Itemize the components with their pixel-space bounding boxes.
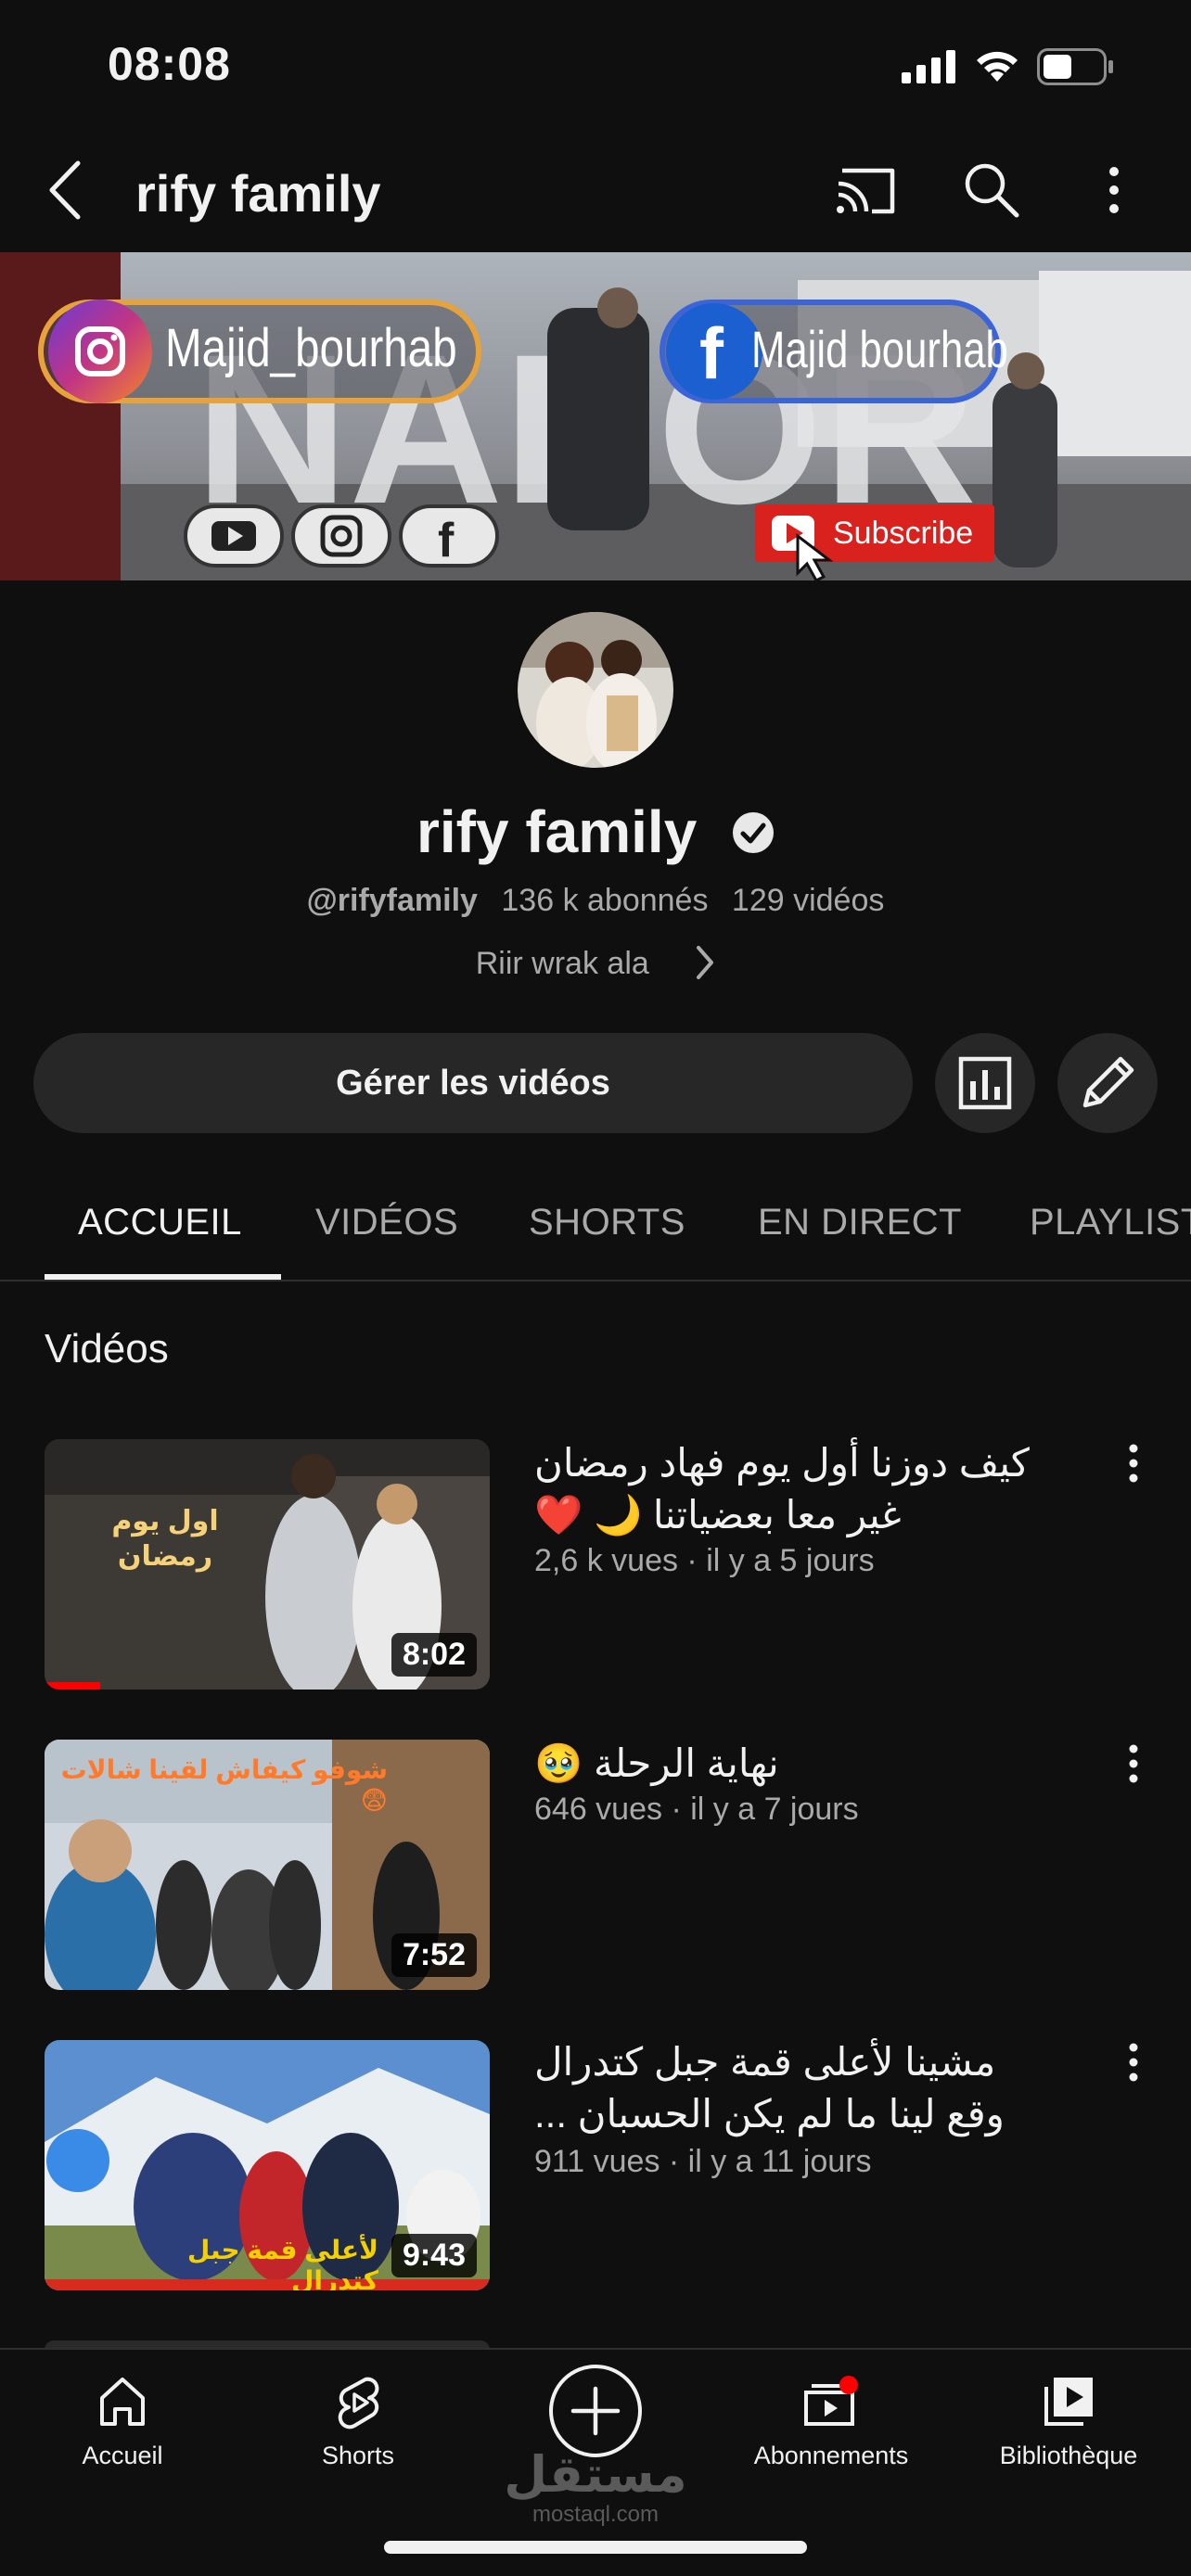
video-more-icon[interactable] [1122, 1437, 1145, 1493]
verified-badge-icon [733, 812, 775, 853]
channel-meta: @rifyfamily 136 k abonnés 129 vidéos [0, 883, 1191, 919]
facebook-name: Majid bourhab [751, 320, 1008, 378]
edit-channel-button[interactable] [1057, 1033, 1158, 1133]
status-time: 08:08 [108, 38, 231, 90]
tab-playlists[interactable]: PLAYLISTS [1030, 1202, 1191, 1243]
watermark-arabic: مستقل [504, 2447, 687, 2503]
thumbnail-text: شوفو كيفاش لقينا شالات 😨 [60, 1755, 388, 1815]
cursor-hand-icon [796, 532, 834, 580]
video-title[interactable]: نهاية الرحلة 🥹 [534, 1738, 1069, 1790]
video-duration: 9:43 [391, 2234, 477, 2277]
watermark-latin: mostaql.com [531, 2502, 660, 2527]
channel-banner: NADOR Majid_bourhab f Majid bourhab f Su… [0, 252, 1191, 580]
social-icons-row: f [184, 504, 499, 567]
tab-shorts[interactable]: SHORTS [529, 1202, 685, 1243]
channel-description-text: Riir wrak ala [475, 946, 649, 981]
channel-name-row: rify family [0, 797, 1191, 866]
cellular-signal-icon [902, 50, 955, 83]
video-title[interactable]: مشينا لأعلى قمة جبل كتدرال وقع لينا ما ل… [534, 2036, 1069, 2140]
nav-library-label: Bibliothèque [999, 2442, 1138, 2469]
video-duration: 7:52 [391, 1933, 477, 1977]
video-thumbnail[interactable]: اول يوم رمضان 8:02 [45, 1439, 490, 1690]
home-indicator [384, 2541, 807, 2554]
video-title-line: كيف دوزنا أول يوم فهاد رمضان [534, 1441, 1030, 1485]
nav-shorts[interactable]: Shorts [247, 2374, 469, 2470]
analytics-icon [958, 1056, 1012, 1110]
video-meta: 911 vues · il y a 11 jours [534, 2144, 872, 2179]
channel-description[interactable]: Riir wrak ala [0, 944, 1191, 982]
section-title: Vidéos [45, 1326, 169, 1371]
subscriber-count: 136 k abonnés [501, 883, 709, 918]
manage-videos-label: Gérer les vidéos [336, 1063, 610, 1103]
nav-subscriptions[interactable]: Abonnements [720, 2374, 942, 2470]
header-title: rify family [135, 164, 381, 223]
channel-name: rify family [416, 798, 698, 865]
video-title-line: نهاية الرحلة 🥹 [534, 1741, 779, 1785]
video-duration: 8:02 [391, 1633, 477, 1677]
battery-icon [1037, 48, 1113, 85]
video-more-icon[interactable] [1122, 1738, 1145, 1793]
watermark: مستقل mostaql.com [482, 2448, 709, 2528]
home-icon [100, 2378, 145, 2426]
channel-handle: @rifyfamily [306, 883, 478, 918]
analytics-button[interactable] [935, 1033, 1035, 1133]
tabs-divider [0, 1280, 1191, 1282]
back-button[interactable] [37, 158, 93, 223]
video-title[interactable]: كيف دوزنا أول يوم فهاد رمضان غير معا بعض… [534, 1437, 1069, 1541]
pencil-icon [1082, 1056, 1134, 1108]
tab-playlists-wrap: PLAYLISTS [1030, 1202, 1191, 1243]
tab-videos[interactable]: VIDÉOS [315, 1202, 458, 1243]
nav-subscriptions-label: Abonnements [753, 2442, 909, 2469]
tab-live[interactable]: EN DIRECT [758, 1202, 962, 1243]
video-thumbnail[interactable]: لأعلى قمة جبل كتدرال 9:43 [45, 2040, 490, 2290]
shorts-icon [338, 2377, 379, 2429]
search-icon[interactable] [961, 159, 1022, 221]
video-count: 129 vidéos [731, 883, 885, 918]
more-options-icon[interactable] [1100, 159, 1128, 221]
instagram-handle: Majid_bourhab [165, 318, 457, 378]
svg-text:f: f [699, 312, 724, 394]
channel-avatar[interactable] [518, 612, 673, 768]
cast-icon[interactable] [833, 163, 900, 219]
video-title-line: وقع لينا ما لم يكن الحسبان ... [534, 2092, 1005, 2136]
video-thumbnail[interactable]: شوفو كيفاش لقينا شالات 😨 7:52 [45, 1740, 490, 1990]
library-icon [1044, 2378, 1093, 2426]
nav-home-label: Accueil [82, 2442, 163, 2469]
thumbnail-text: لأعلى قمة جبل كتدرال [187, 2236, 378, 2290]
wifi-icon [977, 51, 1018, 82]
svg-text:f: f [438, 514, 455, 567]
manage-videos-button[interactable]: Gérer les vidéos [33, 1033, 913, 1133]
video-meta: 2,6 k vues · il y a 5 jours [534, 1543, 875, 1578]
subscriptions-icon [804, 2376, 858, 2426]
video-title-line: مشينا لأعلى قمة جبل كتدرال [534, 2040, 996, 2084]
tab-accueil[interactable]: ACCUEIL [78, 1202, 242, 1243]
video-more-icon[interactable] [1122, 2036, 1145, 2092]
nav-shorts-label: Shorts [321, 2442, 395, 2469]
create-plus-icon [549, 2365, 642, 2457]
video-title-line: غير معا بعضياتنا 🌙 ❤️ [534, 1493, 902, 1537]
nav-home[interactable]: Accueil [11, 2374, 234, 2470]
chevron-right-icon [697, 946, 714, 979]
thumbnail-text: اول يوم رمضان [111, 1506, 219, 1572]
nav-library[interactable]: Bibliothèque [957, 2374, 1180, 2470]
video-meta: 646 vues · il y a 7 jours [534, 1792, 859, 1827]
